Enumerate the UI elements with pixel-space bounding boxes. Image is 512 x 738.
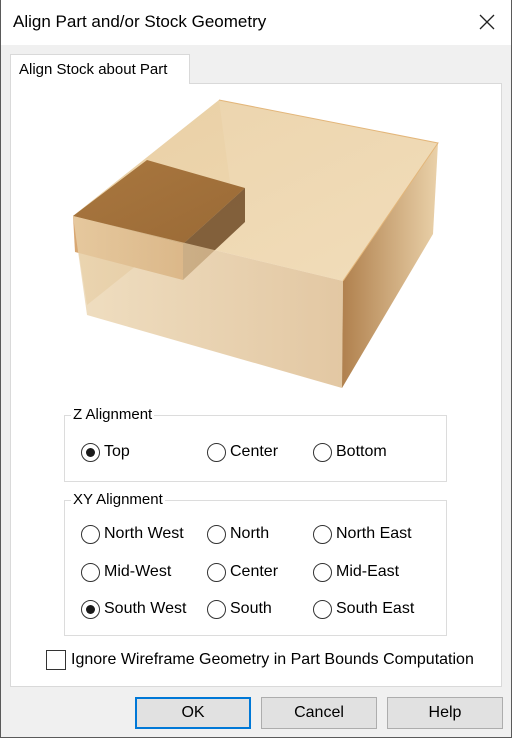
radio-label: North West	[104, 525, 184, 542]
radio-xy-south-west[interactable]: South West	[81, 598, 186, 620]
radio-label: North	[230, 525, 270, 542]
radio-label: Top	[104, 443, 130, 460]
radio-label: South West	[104, 600, 187, 617]
radio-indicator	[81, 562, 100, 582]
ignore-wireframe-checkbox[interactable]: Ignore Wireframe Geometry in Part Bounds…	[46, 650, 474, 670]
radio-label: South	[230, 600, 272, 617]
cancel-button[interactable]: Cancel	[261, 697, 377, 729]
radio-label: North East	[336, 525, 412, 542]
help-button[interactable]: Help	[387, 697, 503, 729]
radio-indicator	[313, 562, 332, 582]
dialog-title: Align Part and/or Stock Geometry	[13, 12, 267, 31]
ok-button[interactable]: OK	[135, 697, 251, 729]
radio-xy-mid-west[interactable]: Mid-West	[81, 561, 171, 583]
radio-z-bottom[interactable]: Bottom	[313, 441, 387, 463]
radio-indicator	[81, 524, 100, 544]
radio-xy-south-east[interactable]: South East	[313, 598, 414, 620]
radio-xy-south[interactable]: South	[207, 598, 272, 620]
checkbox-label: Ignore Wireframe Geometry in Part Bounds…	[71, 651, 474, 668]
xy-alignment-label: XY Alignment	[71, 491, 165, 508]
radio-xy-north[interactable]: North	[207, 523, 269, 545]
tab-label: Align Stock about Part	[19, 61, 168, 78]
radio-xy-north-west[interactable]: North West	[81, 523, 184, 545]
radio-indicator	[313, 524, 332, 544]
radio-indicator	[313, 442, 332, 462]
close-icon	[479, 14, 495, 30]
radio-indicator	[207, 562, 226, 582]
radio-xy-center[interactable]: Center	[207, 561, 278, 583]
z-alignment-label: Z Alignment	[71, 406, 155, 423]
close-button[interactable]	[475, 10, 499, 34]
radio-label: Mid-East	[336, 563, 400, 580]
radio-z-top[interactable]: Top	[81, 441, 130, 463]
checkbox-box	[46, 650, 66, 670]
radio-label: South East	[336, 600, 415, 617]
radio-xy-mid-east[interactable]: Mid-East	[313, 561, 399, 583]
radio-xy-north-east[interactable]: North East	[313, 523, 412, 545]
radio-indicator	[207, 442, 226, 462]
radio-z-center[interactable]: Center	[207, 441, 278, 463]
radio-indicator	[81, 599, 100, 619]
radio-indicator	[207, 524, 226, 544]
radio-label: Center	[230, 563, 279, 580]
dialog-window: Align Part and/or Stock Geometry Align S…	[0, 0, 512, 738]
radio-label: Bottom	[336, 443, 387, 460]
radio-indicator	[313, 599, 332, 619]
radio-indicator	[207, 599, 226, 619]
stock-part-illustration	[73, 99, 439, 388]
radio-label: Mid-West	[104, 563, 172, 580]
radio-label: Center	[230, 443, 279, 460]
title-bar: Align Part and/or Stock Geometry	[1, 0, 511, 45]
tab-align-stock-about-part[interactable]: Align Stock about Part	[10, 54, 190, 84]
radio-indicator	[81, 442, 100, 462]
